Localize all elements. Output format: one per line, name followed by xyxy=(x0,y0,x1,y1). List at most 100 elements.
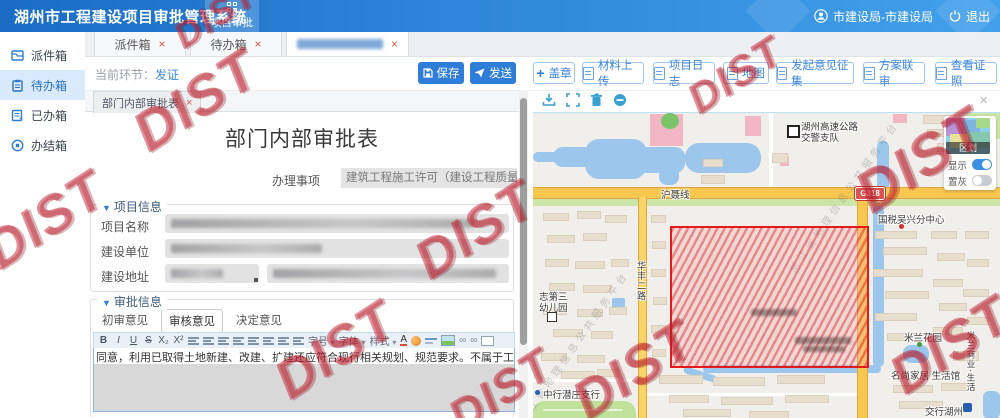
horizontal-rule-icon[interactable] xyxy=(425,336,437,345)
form-title: 部门内部审批表 xyxy=(85,123,519,153)
build-address-field[interactable] xyxy=(267,264,509,283)
logout-button[interactable]: 退出 xyxy=(949,8,990,25)
map-building xyxy=(931,231,957,239)
close-icon[interactable]: × xyxy=(391,38,398,50)
grid-icon xyxy=(227,2,238,13)
todo-box-icon xyxy=(11,79,24,92)
map-tree-zone xyxy=(661,113,679,129)
ordered-list-icon[interactable] xyxy=(278,336,289,345)
map-fullscreen-icon[interactable] xyxy=(566,93,580,107)
save-button[interactable]: 保存 xyxy=(418,62,464,84)
g318-badge: G318 xyxy=(855,187,885,200)
font-family-dropdown[interactable]: 字体 ▾ xyxy=(339,333,366,348)
source-code-icon[interactable] xyxy=(481,336,494,346)
map-building xyxy=(652,349,666,357)
close-icon[interactable]: × xyxy=(255,38,262,50)
poi-milan-street-label: 米兰商业·生活 xyxy=(965,331,977,392)
map-building xyxy=(967,317,989,325)
closed-box-icon xyxy=(11,139,24,152)
log-icon xyxy=(654,67,665,80)
user-menu[interactable]: 市建设局-市建设局 xyxy=(814,8,933,25)
project-name-field[interactable] xyxy=(165,214,509,233)
tab-internal-approval-form[interactable]: 部门内部审批表× xyxy=(93,91,201,113)
current-step-link[interactable]: 发证 xyxy=(155,68,179,82)
align-justify-icon[interactable] xyxy=(233,336,244,345)
layer-thumbnail[interactable]: 区划 xyxy=(946,118,990,154)
underline-button[interactable]: U xyxy=(128,335,139,346)
matter-label: 办理事项 xyxy=(272,172,320,189)
close-icon[interactable]: × xyxy=(159,38,166,50)
tab-initial-opinion[interactable]: 初审意见 xyxy=(95,309,155,333)
build-unit-label: 建设单位 xyxy=(101,243,149,260)
style-dropdown[interactable]: 样式 ▾ xyxy=(370,333,397,348)
font-color-icon[interactable]: A xyxy=(400,335,407,346)
tab-todo-box[interactable]: 待办箱× xyxy=(190,31,282,56)
strikethrough-button[interactable]: S xyxy=(143,335,154,346)
matter-value[interactable]: 建筑工程施工许可（建设工程质量监督手续办 xyxy=(341,168,517,188)
user-icon xyxy=(814,9,828,23)
map-download-icon[interactable] xyxy=(542,93,556,107)
project-log-button[interactable]: 项目日志 xyxy=(653,62,715,84)
build-address-region-field[interactable] xyxy=(165,264,259,283)
nav-tab-project-approval[interactable]: 项目审批 xyxy=(205,0,259,32)
form-scrollbar[interactable] xyxy=(519,90,528,418)
poi-boc-label: 中行潜庄支行 xyxy=(543,387,600,401)
map-building xyxy=(652,241,666,249)
send-button[interactable]: 发送 xyxy=(470,62,516,84)
tab-dispatch-box[interactable]: 派件箱× xyxy=(94,31,186,56)
sidebar-item-closed-box[interactable]: 办结箱 xyxy=(0,130,85,160)
map-building xyxy=(873,269,923,277)
sidebar-item-todo-box[interactable]: 待办箱 xyxy=(0,70,85,100)
project-name-label: 项目名称 xyxy=(101,218,149,235)
unordered-list-icon[interactable] xyxy=(293,336,304,345)
map-building xyxy=(561,371,595,379)
align-left-icon[interactable] xyxy=(188,336,199,345)
map-building xyxy=(611,259,629,267)
tab-decision-opinion[interactable]: 决定意见 xyxy=(229,309,289,333)
map-button[interactable]: 地图 xyxy=(723,62,769,84)
map-building xyxy=(713,377,765,386)
align-center-icon[interactable] xyxy=(203,336,214,345)
stamp-button[interactable]: +盖章 xyxy=(533,62,575,84)
map-building xyxy=(543,213,569,221)
map-toolbar: × xyxy=(528,90,1000,112)
align-right-icon[interactable] xyxy=(218,336,229,345)
sidebar-item-dispatch-box[interactable]: 派件箱 xyxy=(0,40,85,70)
map-remove-icon[interactable] xyxy=(613,93,627,107)
editor-content[interactable]: 同意，利用已取得土地新建、改建、扩建还应符合现行相关规划、规范要求。不属于工业功… xyxy=(93,348,515,412)
indent-icon[interactable] xyxy=(248,336,259,345)
gray-toggle[interactable] xyxy=(972,175,992,186)
map-canvas[interactable]: 沪聂线 G318 华丰二路 浙江省地理信息公共服务平台 浙江省地理信息公共服务平… xyxy=(533,112,1000,418)
insert-image-icon[interactable] xyxy=(441,335,455,346)
map-building xyxy=(893,385,933,393)
joint-review-button[interactable]: 方案联审 xyxy=(863,62,925,84)
tab-review-opinion[interactable]: 审核意见 xyxy=(161,309,223,333)
map-building xyxy=(605,215,627,223)
tab-current-project[interactable]: × xyxy=(286,29,409,56)
font-size-dropdown[interactable]: 字号 ▾ xyxy=(308,333,335,348)
map-building xyxy=(547,235,575,243)
material-upload-button[interactable]: 材料上传 xyxy=(582,62,644,84)
map-pink-zone xyxy=(745,116,761,136)
done-box-icon xyxy=(11,109,24,122)
subscript-button[interactable]: X₂ xyxy=(158,335,169,346)
outdent-icon[interactable] xyxy=(263,336,274,345)
poi-tax-label: 国税吴兴分中心 xyxy=(878,212,945,226)
map-close-icon[interactable]: × xyxy=(979,92,988,109)
link-icon[interactable]: ∞ xyxy=(459,335,466,346)
map-building xyxy=(703,159,723,167)
opinion-collect-button[interactable]: 发起意见征集 xyxy=(776,62,854,84)
bold-button[interactable]: B xyxy=(98,335,109,346)
unlink-icon[interactable]: ∞ xyxy=(470,335,477,346)
close-icon[interactable]: × xyxy=(186,97,192,109)
show-toggle[interactable] xyxy=(972,159,992,170)
map-delete-icon[interactable] xyxy=(590,93,603,107)
highlight-color-icon[interactable] xyxy=(411,336,421,346)
build-unit-field[interactable] xyxy=(165,239,509,258)
plus-icon: + xyxy=(536,66,544,80)
sidebar-item-done-box[interactable]: 已办箱 xyxy=(0,100,85,130)
italic-button[interactable]: I xyxy=(113,335,124,346)
scrollbar-thumb[interactable] xyxy=(520,98,527,345)
view-certificate-button[interactable]: 查看证照 xyxy=(935,62,997,84)
superscript-button[interactable]: X² xyxy=(173,335,184,346)
